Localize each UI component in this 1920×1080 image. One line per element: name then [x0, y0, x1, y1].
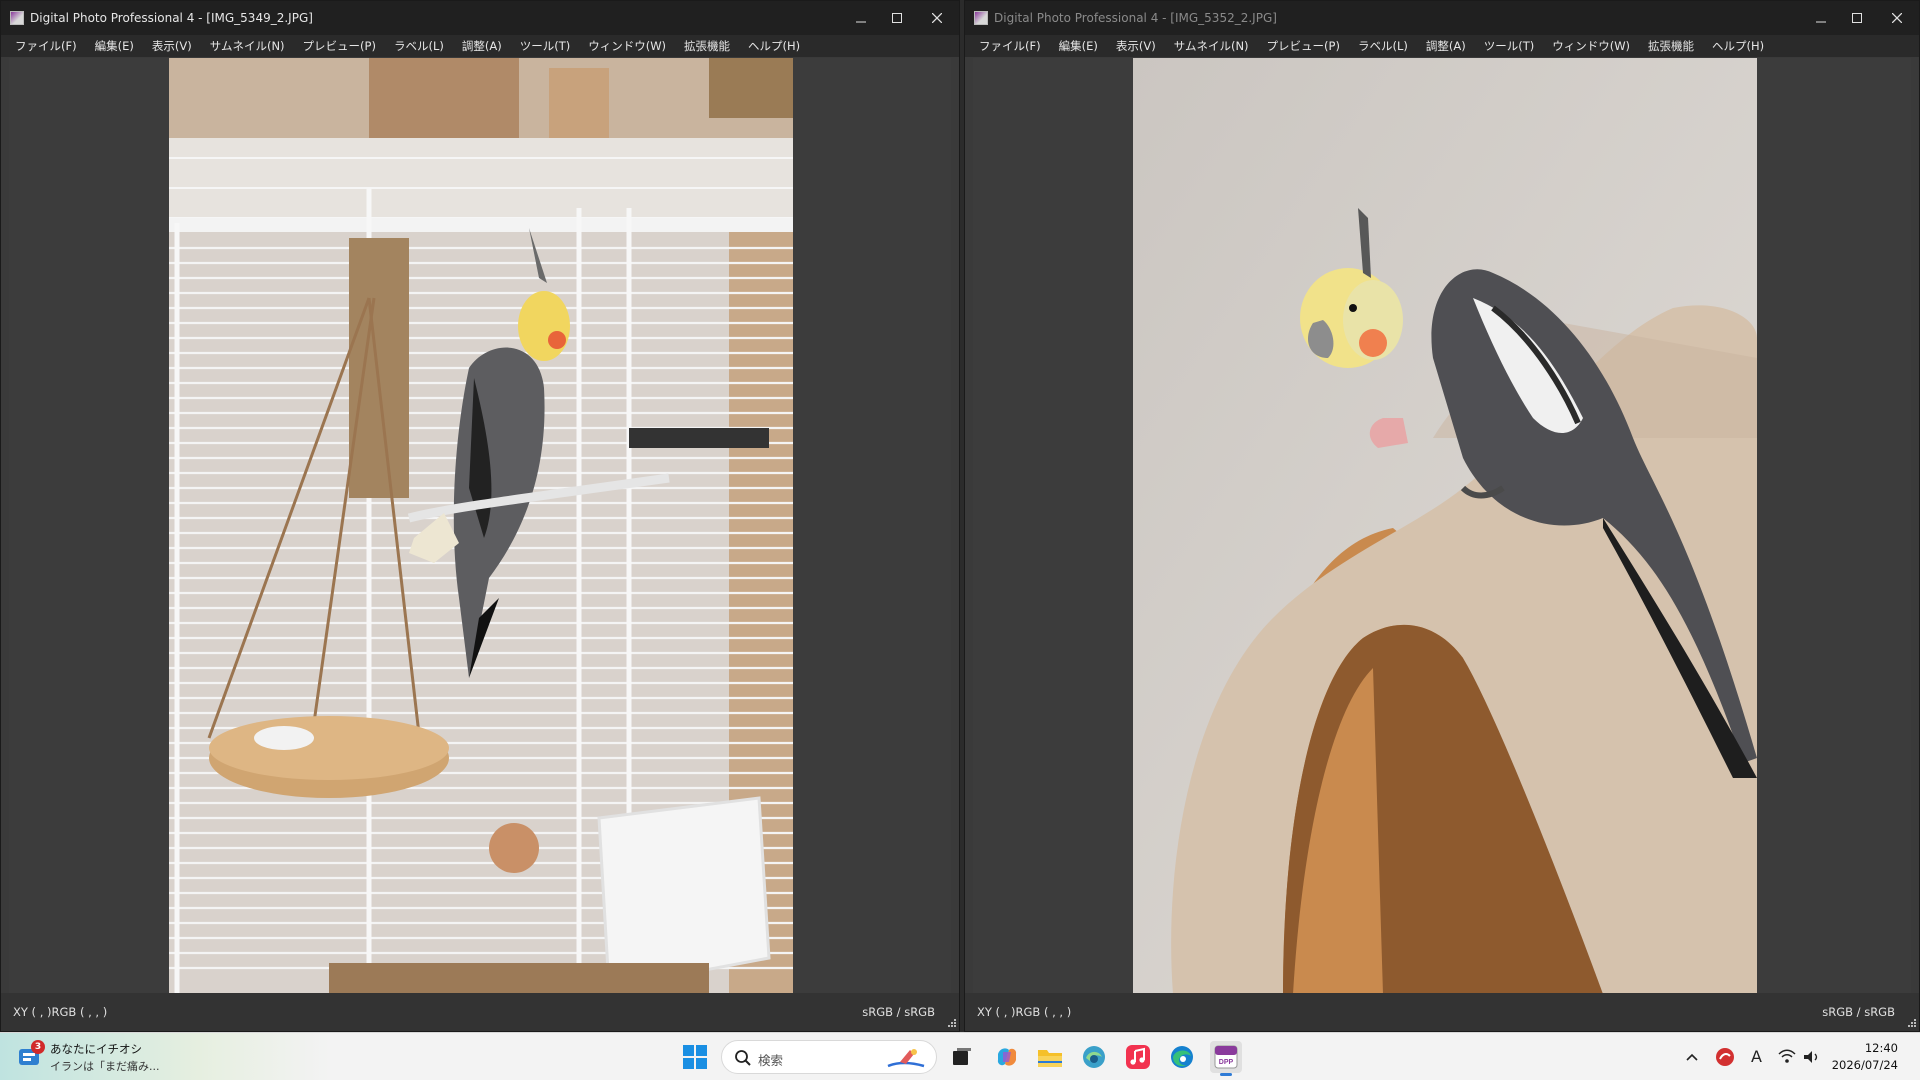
- news-badge: 3: [31, 1040, 45, 1054]
- menu-file[interactable]: ファイル(F): [979, 38, 1041, 54]
- news-widget[interactable]: 3 あなたにイチオシ イランは「まだ痛み...: [0, 1033, 330, 1080]
- dpp-icon-label: DPP: [1219, 1059, 1234, 1066]
- task-view-button[interactable]: [946, 1041, 978, 1073]
- maximize-button[interactable]: [879, 1, 915, 35]
- maximize-icon: [892, 13, 902, 23]
- resize-grip-icon[interactable]: [1906, 1017, 1916, 1027]
- edge-button[interactable]: [1166, 1041, 1198, 1073]
- image-viewer[interactable]: [9, 58, 951, 994]
- menu-tools[interactable]: ツール(T): [1484, 38, 1535, 54]
- status-bar: XY ( , )RGB ( , , ) sRGB / sRGB: [1, 993, 959, 1031]
- menu-thumbnail[interactable]: サムネイル(N): [1174, 38, 1249, 54]
- cage-photo-illustration: [169, 58, 793, 994]
- chevron-up-icon[interactable]: [1685, 1050, 1699, 1064]
- edge-dev-icon: [1083, 1046, 1105, 1068]
- music-button[interactable]: [1122, 1041, 1154, 1073]
- menu-bar: ファイル(F) 編集(E) 表示(V) サムネイル(N) プレビュー(P) ラベ…: [1, 35, 959, 57]
- menu-bar: ファイル(F) 編集(E) 表示(V) サムネイル(N) プレビュー(P) ラベ…: [965, 35, 1919, 57]
- color-space-label: sRGB / sRGB: [1822, 1005, 1895, 1019]
- menu-adjust[interactable]: 調整(A): [462, 38, 502, 54]
- news-subtitle: イランは「まだ痛み...: [50, 1060, 160, 1073]
- system-tray: A: [1685, 1033, 1820, 1080]
- photo-cockatiel-on-towel[interactable]: [1133, 58, 1757, 994]
- close-button[interactable]: [1875, 1, 1919, 35]
- windows-start-icon[interactable]: [682, 1044, 708, 1070]
- dpp-icon: DPP: [1214, 1045, 1238, 1069]
- pixel-readout: XY ( , )RGB ( , , ): [13, 1005, 108, 1019]
- search-highlight-icon: [887, 1049, 925, 1068]
- close-button[interactable]: [915, 1, 959, 35]
- menu-file[interactable]: ファイル(F): [15, 38, 77, 54]
- taskbar-search-box[interactable]: 検索: [721, 1040, 937, 1074]
- news-title: あなたにイチオシ: [50, 1042, 142, 1056]
- menu-help[interactable]: ヘルプ(H): [1712, 38, 1764, 54]
- dpp-window-right[interactable]: Digital Photo Professional 4 - [IMG_5352…: [964, 0, 1920, 1032]
- edge-dev-button[interactable]: [1078, 1041, 1110, 1073]
- wifi-icon[interactable]: [1778, 1049, 1796, 1065]
- menu-adjust[interactable]: 調整(A): [1426, 38, 1466, 54]
- title-bar[interactable]: Digital Photo Professional 4 - [IMG_5352…: [965, 1, 1919, 35]
- title-bar[interactable]: Digital Photo Professional 4 - [IMG_5349…: [1, 1, 959, 35]
- security-app-icon[interactable]: [1715, 1047, 1735, 1067]
- window-title: Digital Photo Professional 4 - [IMG_5349…: [30, 11, 313, 25]
- clock-time: 12:40: [1864, 1041, 1898, 1055]
- close-icon: [932, 13, 942, 23]
- copilot-button[interactable]: [991, 1041, 1023, 1073]
- menu-label[interactable]: ラベル(L): [394, 38, 444, 54]
- menu-edit[interactable]: 編集(E): [1059, 38, 1098, 54]
- window-title: Digital Photo Professional 4 - [IMG_5352…: [994, 11, 1277, 25]
- minimize-button[interactable]: [843, 1, 879, 35]
- maximize-icon: [1852, 13, 1862, 23]
- menu-window[interactable]: ウィンドウ(W): [588, 38, 666, 54]
- menu-edit[interactable]: 編集(E): [95, 38, 134, 54]
- edge-icon: [1171, 1046, 1193, 1068]
- minimize-icon: [856, 21, 866, 23]
- menu-help[interactable]: ヘルプ(H): [748, 38, 800, 54]
- menu-extensions[interactable]: 拡張機能: [1648, 38, 1694, 54]
- menu-label[interactable]: ラベル(L): [1358, 38, 1408, 54]
- active-indicator: [1220, 1073, 1232, 1076]
- music-icon: [1126, 1045, 1150, 1069]
- photo-cockatiel-in-cage[interactable]: [169, 58, 793, 994]
- file-explorer-icon: [1038, 1050, 1062, 1067]
- menu-extensions[interactable]: 拡張機能: [684, 38, 730, 54]
- search-icon: [735, 1050, 751, 1066]
- menu-preview[interactable]: プレビュー(P): [1267, 38, 1340, 54]
- maximize-button[interactable]: [1839, 1, 1875, 35]
- menu-view[interactable]: 表示(V): [152, 38, 192, 54]
- menu-tools[interactable]: ツール(T): [520, 38, 571, 54]
- dpp-app-icon: [10, 11, 24, 25]
- copilot-icon: [997, 1048, 1017, 1066]
- dpp-window-left[interactable]: Digital Photo Professional 4 - [IMG_5349…: [0, 0, 960, 1032]
- status-bar: XY ( , )RGB ( , , ) sRGB / sRGB: [965, 993, 1919, 1031]
- minimize-icon: [1816, 21, 1826, 23]
- menu-thumbnail[interactable]: サムネイル(N): [210, 38, 285, 54]
- menu-window[interactable]: ウィンドウ(W): [1552, 38, 1630, 54]
- taskbar: 3 あなたにイチオシ イランは「まだ痛み... 検索 DPP A 12:40 2…: [0, 1032, 1920, 1080]
- ime-mode-icon[interactable]: A: [1751, 1047, 1762, 1066]
- menu-view[interactable]: 表示(V): [1116, 38, 1156, 54]
- pixel-readout: XY ( , )RGB ( , , ): [977, 1005, 1072, 1019]
- dpp-taskbar-button[interactable]: DPP: [1210, 1041, 1242, 1076]
- color-space-label: sRGB / sRGB: [862, 1005, 935, 1019]
- menu-preview[interactable]: プレビュー(P): [303, 38, 376, 54]
- clock-date: 2026/07/24: [1831, 1058, 1898, 1072]
- towel-photo-illustration: [1133, 58, 1757, 994]
- task-view-icon: [953, 1048, 971, 1065]
- file-explorer-button[interactable]: [1034, 1041, 1066, 1073]
- minimize-button[interactable]: [1803, 1, 1839, 35]
- system-clock[interactable]: 12:40 2026/07/24: [1832, 1040, 1898, 1074]
- close-icon: [1892, 13, 1902, 23]
- resize-grip-icon[interactable]: [946, 1017, 956, 1027]
- dpp-app-icon: [974, 11, 988, 25]
- image-viewer[interactable]: [973, 58, 1911, 994]
- volume-icon[interactable]: [1802, 1049, 1820, 1065]
- search-placeholder: 検索: [758, 1053, 784, 1068]
